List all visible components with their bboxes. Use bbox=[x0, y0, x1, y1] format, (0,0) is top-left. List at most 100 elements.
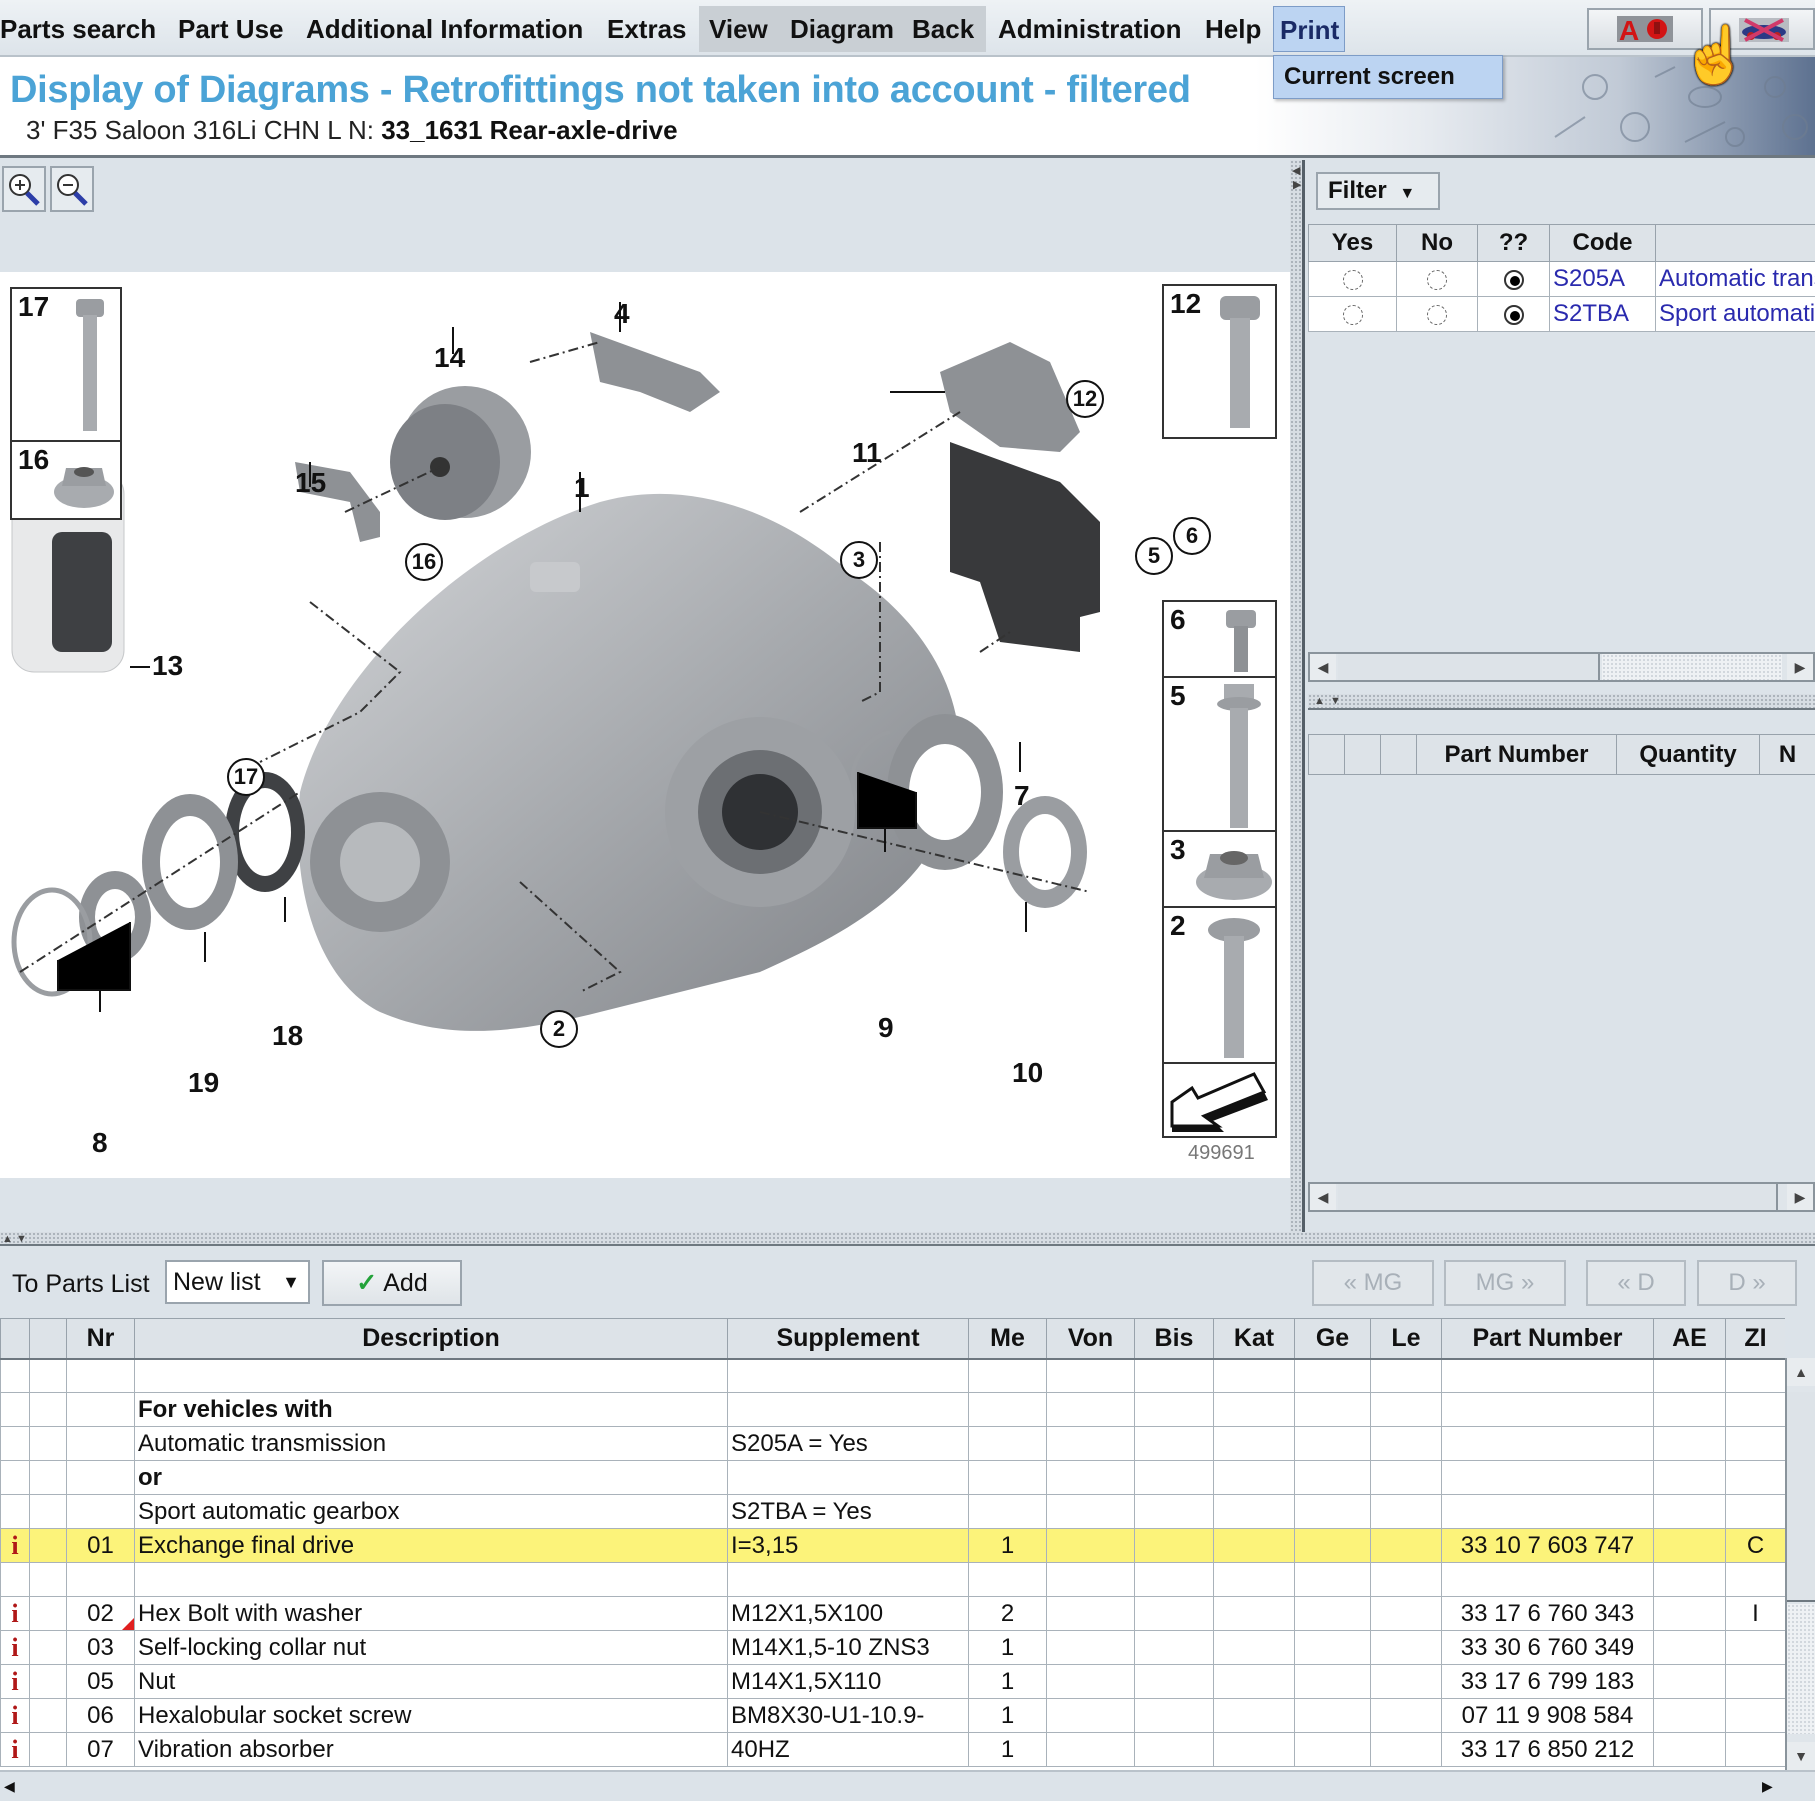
next-diagram-button[interactable]: D » bbox=[1697, 1260, 1797, 1306]
info-icon[interactable]: i bbox=[11, 1735, 18, 1764]
menu-administration[interactable]: Administration bbox=[988, 6, 1191, 52]
filter-code[interactable]: S205A bbox=[1549, 261, 1656, 297]
callout-circle-6[interactable]: 6 bbox=[1173, 517, 1211, 555]
collapse-left-icon[interactable]: ◀ bbox=[1292, 166, 1300, 177]
parts-col-bis[interactable]: Bis bbox=[1134, 1318, 1214, 1360]
prev-diagram-button[interactable]: « D bbox=[1586, 1260, 1686, 1306]
selparts-col-quantity[interactable]: Quantity bbox=[1616, 734, 1760, 775]
right-horizontal-splitter[interactable]: ▲ ▼ bbox=[1308, 694, 1815, 710]
selparts-col-part-number[interactable]: Part Number bbox=[1416, 734, 1617, 775]
selparts-col-1[interactable] bbox=[1308, 734, 1345, 775]
parts-col-part-number[interactable]: Part Number bbox=[1441, 1318, 1654, 1360]
inset-part-5[interactable]: 5 bbox=[1162, 676, 1277, 832]
prev-main-group-button[interactable]: « MG bbox=[1312, 1260, 1434, 1306]
filter-col-yes[interactable]: Yes bbox=[1308, 224, 1397, 262]
next-main-group-button[interactable]: MG » bbox=[1444, 1260, 1566, 1306]
inset-part-16[interactable]: 16 bbox=[10, 440, 122, 520]
table-row[interactable]: For vehicles with bbox=[0, 1392, 1785, 1427]
callout-19[interactable]: 19 bbox=[188, 1067, 219, 1099]
callout-circle-2[interactable]: 2 bbox=[540, 1010, 578, 1048]
scroll-right-icon[interactable]: ▶ bbox=[1762, 1778, 1773, 1795]
vertical-splitter[interactable]: ◀ ▶ bbox=[1290, 160, 1305, 1232]
parts-col-le[interactable]: Le bbox=[1370, 1318, 1442, 1360]
radio-yes[interactable] bbox=[1342, 269, 1363, 290]
callout-9[interactable]: 9 bbox=[878, 1012, 894, 1044]
info-icon[interactable]: i bbox=[11, 1599, 18, 1628]
parts-diagram[interactable]: 17 16 12 6 5 3 2 499691 4 14 15 1 11 13 … bbox=[0, 272, 1290, 1178]
callout-14[interactable]: 14 bbox=[434, 342, 465, 374]
callout-circle-17[interactable]: 17 bbox=[227, 758, 265, 796]
next-diagram-arrow[interactable] bbox=[1162, 1062, 1277, 1138]
info-icon[interactable]: i bbox=[11, 1633, 18, 1662]
callout-8[interactable]: 8 bbox=[92, 1127, 108, 1159]
info-icon[interactable]: i bbox=[11, 1701, 18, 1730]
scroll-down-icon[interactable]: ▼ bbox=[1787, 1742, 1815, 1770]
menu-part-use[interactable]: Part Use bbox=[168, 6, 294, 52]
callout-10[interactable]: 10 bbox=[1012, 1057, 1043, 1089]
inset-part-2[interactable]: 2 bbox=[1162, 906, 1277, 1064]
callout-circle-16[interactable]: 16 bbox=[405, 543, 443, 581]
scroll-left-icon[interactable]: ◀ bbox=[4, 1778, 15, 1795]
radio-no[interactable] bbox=[1427, 269, 1447, 290]
table-row[interactable] bbox=[0, 1358, 1785, 1393]
parts-col-blank-1[interactable] bbox=[0, 1318, 30, 1360]
zoom-out-button[interactable] bbox=[50, 166, 94, 212]
filter-button[interactable]: Filter ▼ bbox=[1316, 172, 1440, 210]
collapse-up-icon[interactable]: ▲ bbox=[2, 1234, 13, 1245]
radio-unknown[interactable] bbox=[1503, 304, 1524, 325]
info-icon[interactable]: i bbox=[11, 1667, 18, 1696]
filter-col-unknown[interactable]: ?? bbox=[1477, 224, 1550, 262]
table-row[interactable]: i 01 Exchange final drive I=3,15 1 33 10 7 60… bbox=[0, 1528, 1785, 1563]
scroll-up-icon[interactable]: ▲ bbox=[1787, 1358, 1815, 1386]
filter-code[interactable]: S2TBA bbox=[1549, 296, 1656, 332]
table-row[interactable]: i 06 Hexalobular socket screw BM8X30-U1-10.… bbox=[0, 1698, 1785, 1733]
add-button[interactable]: ✓ Add bbox=[322, 1260, 462, 1306]
inset-part-3[interactable]: 3 bbox=[1162, 830, 1277, 908]
selparts-horizontal-scrollbar[interactable]: ◀ ▶ bbox=[1308, 1182, 1815, 1212]
menu-diagram[interactable]: Diagram bbox=[780, 6, 902, 52]
selparts-col-n[interactable]: N bbox=[1759, 734, 1815, 775]
table-row[interactable]: i 05 Nut M14X1,5X110 1 33 17 6 799 183 bbox=[0, 1664, 1785, 1699]
filter-description[interactable]: Sport automatic gearbox bbox=[1655, 296, 1815, 332]
callout-circle-12[interactable]: 12 bbox=[1066, 380, 1104, 418]
parts-col-von[interactable]: Von bbox=[1046, 1318, 1135, 1360]
collapse-up-icon[interactable]: ▲ bbox=[1314, 696, 1325, 707]
filter-horizontal-scrollbar[interactable]: ◀ ▶ bbox=[1308, 652, 1815, 682]
scroll-right-icon[interactable]: ▶ bbox=[1787, 1184, 1813, 1210]
parts-col-description[interactable]: Description bbox=[134, 1318, 728, 1360]
parts-col-me[interactable]: Me bbox=[968, 1318, 1047, 1360]
callout-18[interactable]: 18 bbox=[272, 1020, 303, 1052]
filter-col-no[interactable]: No bbox=[1396, 224, 1478, 262]
scroll-right-icon[interactable]: ▶ bbox=[1787, 654, 1813, 680]
collapse-down-icon[interactable]: ▼ bbox=[16, 1234, 27, 1245]
callout-circle-5[interactable]: 5 bbox=[1135, 537, 1173, 575]
menu-back[interactable]: Back bbox=[902, 6, 986, 52]
parts-col-ge[interactable]: Ge bbox=[1294, 1318, 1371, 1360]
info-icon[interactable]: i bbox=[11, 1531, 18, 1560]
radio-yes[interactable] bbox=[1342, 304, 1363, 325]
parts-col-nr[interactable]: Nr bbox=[66, 1318, 135, 1360]
callout-11[interactable]: 11 bbox=[852, 437, 882, 469]
radio-no[interactable] bbox=[1427, 304, 1447, 325]
scroll-thumb[interactable] bbox=[1338, 654, 1600, 680]
callout-15[interactable]: 15 bbox=[295, 467, 326, 499]
menu-extras[interactable]: Extras bbox=[597, 6, 697, 52]
parts-col-supplement[interactable]: Supplement bbox=[727, 1318, 969, 1360]
collapse-down-icon[interactable]: ▼ bbox=[1330, 696, 1341, 707]
parts-col-zi[interactable]: ZI bbox=[1725, 1318, 1785, 1360]
selparts-col-2[interactable] bbox=[1344, 734, 1381, 775]
menu-print[interactable]: Print bbox=[1273, 6, 1345, 52]
table-row[interactable]: i 03 Self-locking collar nut M14X1,5-10 ZNS… bbox=[0, 1630, 1785, 1665]
horizontal-splitter[interactable]: ▲ ▼ bbox=[0, 1232, 1815, 1246]
filter-col-description[interactable] bbox=[1655, 224, 1815, 262]
table-row[interactable]: Automatic transmission S205A = Yes bbox=[0, 1426, 1785, 1461]
parts-list-select[interactable]: New list ▼ bbox=[165, 1260, 310, 1304]
table-row[interactable]: or bbox=[0, 1460, 1785, 1495]
parts-col-blank-2[interactable] bbox=[29, 1318, 67, 1360]
callout-circle-3[interactable]: 3 bbox=[840, 541, 878, 579]
callout-7[interactable]: 7 bbox=[1014, 780, 1030, 812]
parts-col-kat[interactable]: Kat bbox=[1213, 1318, 1295, 1360]
filter-col-code[interactable]: Code bbox=[1549, 224, 1656, 262]
radio-unknown[interactable] bbox=[1503, 269, 1524, 290]
collapse-right-icon[interactable]: ▶ bbox=[1293, 180, 1301, 191]
